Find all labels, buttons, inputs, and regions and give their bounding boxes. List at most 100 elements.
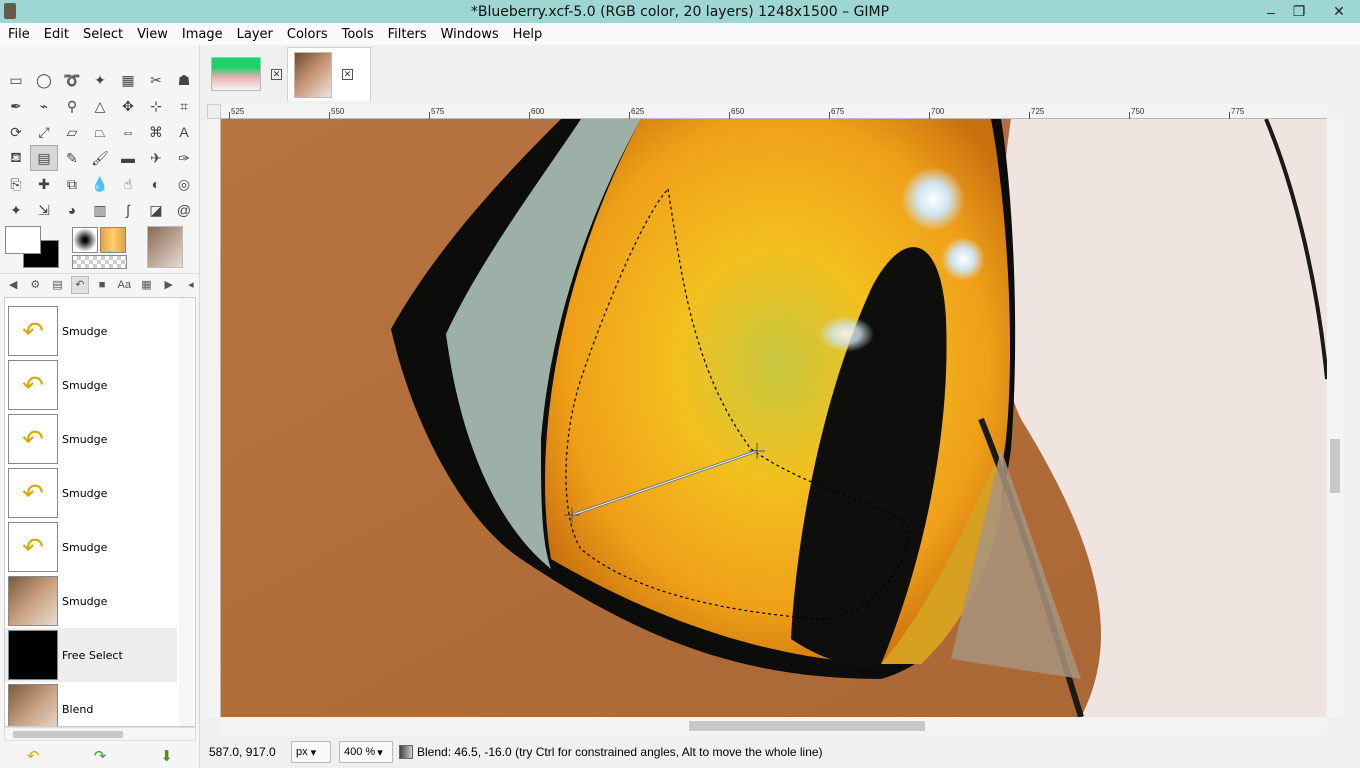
tab-left-arrow-icon[interactable]: ◀ [4,276,22,294]
unit-selector[interactable]: px ▾ [291,741,331,763]
image-tab-2[interactable]: ✕ [287,47,371,101]
minimize-button[interactable]: ‒ [1258,0,1284,23]
menu-colors[interactable]: Colors [279,27,334,42]
pattern-preview[interactable] [100,227,126,253]
history-item[interactable]: ↶ Smudge [5,358,177,412]
select-by-color-icon[interactable]: ▦ [114,67,142,93]
horizontal-scroll-thumb[interactable] [689,721,925,731]
scale-icon[interactable]: ⤢ [30,119,58,145]
warp-icon[interactable]: ◎ [170,171,198,197]
perspective-clone-icon[interactable]: ⧉ [58,171,86,197]
history-scrollbar[interactable] [179,298,193,726]
undo-icon[interactable]: ↶ [27,747,40,765]
tab-fonts[interactable]: Aa [115,276,133,294]
close-window-button[interactable]: ✕ [1326,0,1352,23]
rotate-icon[interactable]: ⟳ [2,119,30,145]
blend-icon[interactable]: ▤ [30,145,58,171]
color-balance-icon[interactable]: ◕ [58,197,86,223]
crop-icon[interactable]: ⌗ [170,93,198,119]
tab-templates[interactable]: ▦ [137,276,155,294]
color-picker-icon[interactable]: ⌁ [30,93,58,119]
bucket-fill-icon[interactable]: ⛾ [2,145,30,171]
gradient-preview[interactable] [72,255,127,269]
redo-icon[interactable]: ↷ [94,747,107,765]
history-scroll-thumb[interactable] [13,731,123,738]
mypaint-icon[interactable]: ✦ [2,197,30,223]
menu-edit[interactable]: Edit [36,27,75,42]
foreground-color-swatch[interactable] [5,226,41,254]
paintbrush-icon[interactable]: 🖌 [86,145,114,171]
close-tab-icon[interactable]: ✕ [342,69,353,80]
menu-filters[interactable]: Filters [380,27,433,42]
ink-icon[interactable]: ✑ [170,145,198,171]
rect-select-icon[interactable]: ▭ [2,67,30,93]
history-item[interactable]: ↶ Smudge [5,412,177,466]
fg-bg-colors[interactable] [5,226,63,270]
canvas-vertical-scrollbar[interactable] [1327,119,1343,717]
menu-layer[interactable]: Layer [229,27,279,42]
align-icon[interactable]: ⊹ [142,93,170,119]
flip-icon[interactable]: ⇔ [114,119,142,145]
ruler-label: 575 [431,107,445,116]
menu-image[interactable]: Image [174,27,229,42]
threshold-icon[interactable]: ◪ [142,197,170,223]
tab-images[interactable]: ■ [93,276,111,294]
text-icon[interactable]: A [170,119,198,145]
menu-file[interactable]: File [0,27,36,42]
tab-tool-options[interactable]: ⚙ [26,276,44,294]
active-image-preview[interactable] [147,226,183,268]
restore-button[interactable]: ❐ [1286,0,1312,23]
tab-right-arrow-icon[interactable]: ▶ [160,276,178,294]
clone-icon[interactable]: ⎘ [2,171,30,197]
history-item[interactable]: Smudge [5,574,177,628]
perspective-icon[interactable]: ⏢ [86,119,114,145]
dock-menu-icon[interactable]: ◂ [182,276,200,294]
curves-icon[interactable]: ∫ [114,197,142,223]
zoom-icon[interactable]: ⚲ [58,93,86,119]
horizontal-ruler[interactable]: 525 550 575 600 625 650 675 700 725 750 775 [221,104,1327,119]
history-item[interactable]: Blend [5,682,177,726]
history-item[interactable]: ↶ Smudge [5,466,177,520]
free-select-icon[interactable]: ➰ [58,67,86,93]
cage-icon[interactable]: ⌘ [142,119,170,145]
vertical-scroll-thumb[interactable] [1330,439,1340,493]
measure-icon[interactable]: △ [86,93,114,119]
ruler-corner[interactable] [207,104,221,119]
menu-windows[interactable]: Windows [433,27,505,42]
history-horizontal-scrollbar[interactable] [4,727,196,741]
blur-icon[interactable]: 💧 [86,171,114,197]
eraser-icon[interactable]: ▬ [114,145,142,171]
brush-preview[interactable] [72,227,98,253]
history-item[interactable]: ↶ Smudge [5,520,177,574]
history-item[interactable]: ↶ Smudge [5,304,177,358]
pencil-icon[interactable]: ✎ [58,145,86,171]
zoom-selector[interactable]: 400 % ▾ [339,741,393,763]
tab-device-status[interactable]: ▤ [48,276,66,294]
history-item[interactable]: Free Select [5,628,177,682]
clear-history-icon[interactable]: ⬇ [160,747,173,765]
heal-icon[interactable]: ✚ [30,171,58,197]
foreground-select-icon[interactable]: ☗ [170,67,198,93]
move-icon[interactable]: ✥ [114,93,142,119]
menu-help[interactable]: Help [505,27,549,42]
ellipse-select-icon[interactable]: ◯ [30,67,58,93]
smudge-icon[interactable]: ☝ [114,171,142,197]
airbrush-icon[interactable]: ✈ [142,145,170,171]
fuzzy-select-icon[interactable]: ✦ [86,67,114,93]
scissors-icon[interactable]: ✂ [142,67,170,93]
menu-tools[interactable]: Tools [334,27,380,42]
menu-view[interactable]: View [129,27,174,42]
tab-undo-history[interactable]: ↶ [70,275,89,294]
canvas-horizontal-scrollbar[interactable] [221,717,1327,735]
vertical-ruler[interactable] [207,119,221,717]
paths-icon[interactable]: ✒ [2,93,30,119]
image-tab-1[interactable]: ✕ [205,47,289,101]
menu-select[interactable]: Select [75,27,129,42]
image-canvas[interactable] [221,119,1327,717]
shear-icon[interactable]: ▱ [58,119,86,145]
close-tab-icon[interactable]: ✕ [271,68,282,80]
unified-transform-icon[interactable]: ⇲ [30,197,58,223]
spiral-icon[interactable]: @ [170,197,198,223]
dodge-burn-icon[interactable]: ◐ [142,171,170,197]
levels-icon[interactable]: ▥ [86,197,114,223]
